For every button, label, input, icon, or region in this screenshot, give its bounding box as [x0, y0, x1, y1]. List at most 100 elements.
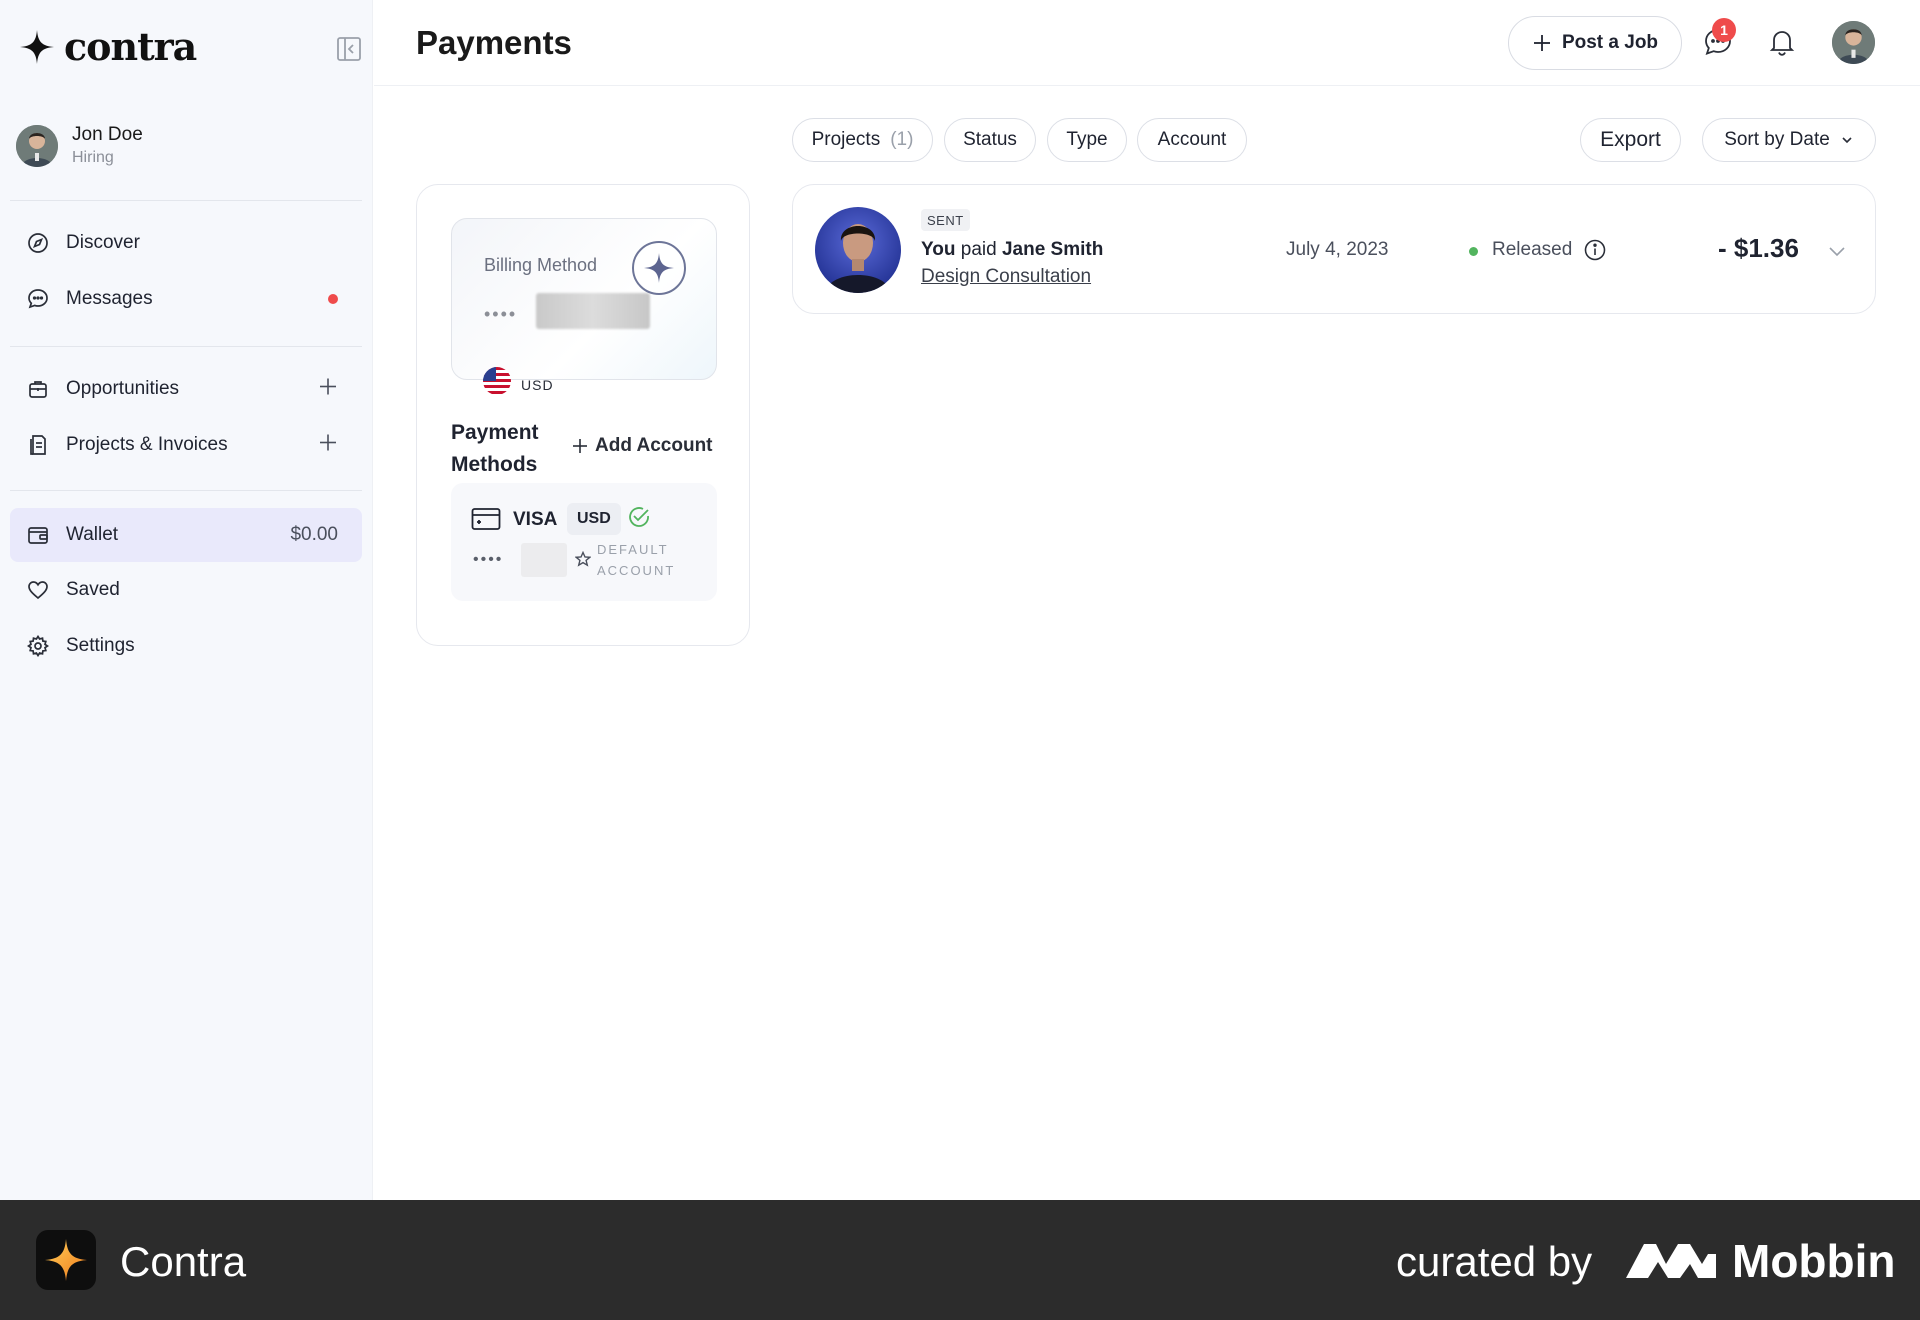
sidebar-item-opportunities[interactable]: Opportunities: [10, 362, 362, 416]
filter-account-label: Account: [1157, 129, 1227, 150]
gear-icon: [26, 634, 50, 658]
billing-method-title: Billing Method: [484, 255, 598, 275]
sidebar-item-label: Settings: [66, 635, 135, 656]
post-job-button[interactable]: Post a Job: [1508, 16, 1682, 70]
sidebar-item-label: Opportunities: [66, 378, 180, 399]
payee-name: Jane Smith: [1001, 239, 1104, 260]
add-project-icon[interactable]: [318, 433, 338, 458]
card-currency: USD: [567, 503, 621, 535]
us-flag-icon: [483, 367, 511, 395]
sidebar-item-settings[interactable]: Settings: [10, 619, 362, 673]
sidebar-item-label: Discover: [66, 232, 140, 253]
heart-icon: [26, 578, 50, 602]
filter-account[interactable]: Account: [1137, 118, 1247, 162]
contra-app-icon: [36, 1230, 96, 1290]
divider: [10, 346, 362, 347]
avatar: [16, 124, 58, 167]
project-link[interactable]: Design Consultation: [921, 266, 1091, 288]
user-role: Hiring: [72, 149, 114, 166]
credit-card-icon: [471, 507, 501, 536]
transaction-row[interactable]: SENT You paid Jane Smith Design Consulta…: [792, 184, 1876, 314]
export-button[interactable]: Export: [1580, 118, 1681, 162]
payment-methods-title: Payment Methods: [451, 421, 539, 476]
plus-icon: [1533, 35, 1550, 51]
payee-avatar: [815, 207, 901, 293]
account-avatar[interactable]: [1832, 21, 1875, 64]
add-account-button[interactable]: Add Account: [571, 435, 713, 457]
document-icon: [26, 433, 50, 457]
transaction-description: You paid Jane Smith: [921, 239, 1103, 261]
notifications-button[interactable]: [1764, 24, 1800, 60]
sort-label: Sort by Date: [1724, 129, 1830, 150]
app-name: contra: [64, 24, 197, 69]
filter-type[interactable]: Type: [1047, 118, 1127, 162]
notification-badge: 1: [1712, 18, 1736, 42]
chevron-down-icon[interactable]: [1827, 241, 1847, 266]
sidebar-item-label: Messages: [66, 288, 153, 309]
add-opportunity-icon[interactable]: [318, 377, 338, 402]
transaction-prefix: You: [921, 239, 956, 260]
visa-payment-method[interactable]: VISA USD •••• DEFAULT ACCOUNT: [451, 483, 717, 601]
compass-icon: [26, 231, 50, 255]
filter-projects-count: (1): [890, 129, 914, 150]
wallet-icon: [26, 523, 50, 547]
plus-icon: [573, 439, 587, 453]
billing-masked-number: ••••: [484, 304, 518, 324]
sidebar-item-projects-invoices[interactable]: Projects & Invoices: [10, 418, 362, 472]
sidebar-item-wallet[interactable]: Wallet $0.00: [10, 508, 362, 562]
card-redacted-number: [521, 543, 567, 577]
bell-icon: [1769, 31, 1795, 56]
transaction-verb: paid: [960, 239, 997, 260]
export-label: Export: [1600, 128, 1661, 151]
footer: Contra curated by Mobbin: [0, 1200, 1920, 1320]
billing-panel: Billing Method •••• USD Payment Methods …: [416, 184, 750, 646]
filter-status-label: Status: [963, 129, 1017, 150]
filter-status[interactable]: Status: [944, 118, 1036, 162]
briefcase-icon: [26, 377, 50, 401]
divider: [10, 490, 362, 491]
verified-check-icon: [627, 505, 651, 534]
divider: [10, 200, 362, 201]
header-divider: [374, 85, 1920, 86]
wallet-balance: $0.00: [290, 524, 338, 545]
contra-star-icon: [20, 30, 54, 64]
collapse-sidebar-button[interactable]: [336, 36, 362, 62]
sidebar-item-saved[interactable]: Saved: [10, 563, 362, 617]
sidebar-item-label: Saved: [66, 579, 120, 600]
billing-method-card[interactable]: Billing Method ••••: [451, 218, 717, 380]
contra-logo[interactable]: contra: [20, 24, 197, 69]
contra-star-icon: [632, 241, 686, 295]
info-icon[interactable]: [1583, 238, 1607, 267]
sidebar-item-messages[interactable]: Messages: [10, 272, 362, 326]
footer-curator: Mobbin: [1732, 1235, 1896, 1287]
transaction-amount: - $1.36: [1718, 233, 1799, 263]
page-title: Payments: [416, 24, 572, 61]
billing-currency: USD: [521, 377, 554, 393]
filter-type-label: Type: [1066, 129, 1108, 150]
chevron-down-icon: [1842, 137, 1852, 144]
user-profile[interactable]: Jon Doe Hiring: [16, 124, 143, 167]
sidebar: contra Jon Doe Hiring Discover Messages …: [0, 0, 373, 1200]
status-indicator: [1469, 247, 1478, 256]
footer-curated-by: curated by: [1396, 1238, 1593, 1285]
filter-projects-label: Projects: [811, 129, 881, 150]
sort-dropdown[interactable]: Sort by Date: [1702, 118, 1876, 162]
mobbin-logo-icon: [1626, 1238, 1716, 1287]
billing-redacted-number: [536, 293, 650, 329]
add-account-label: Add Account: [595, 435, 713, 456]
chat-icon: [26, 287, 50, 311]
card-brand: VISA: [513, 509, 558, 530]
filter-projects[interactable]: Projects (1): [792, 118, 933, 162]
transaction-status: Released: [1492, 239, 1573, 260]
star-icon[interactable]: [574, 550, 592, 572]
footer-app-name: Contra: [120, 1238, 247, 1285]
transaction-date: July 4, 2023: [1286, 239, 1389, 260]
sidebar-collapse-icon: [337, 37, 361, 61]
card-masked-number: ••••: [473, 551, 504, 568]
unread-indicator: [328, 294, 338, 304]
post-job-label: Post a Job: [1561, 32, 1659, 53]
user-name: Jon Doe: [72, 124, 143, 145]
sidebar-item-discover[interactable]: Discover: [10, 216, 362, 270]
default-account-label: DEFAULT ACCOUNT: [597, 542, 676, 578]
sidebar-item-label: Projects & Invoices: [66, 434, 228, 455]
